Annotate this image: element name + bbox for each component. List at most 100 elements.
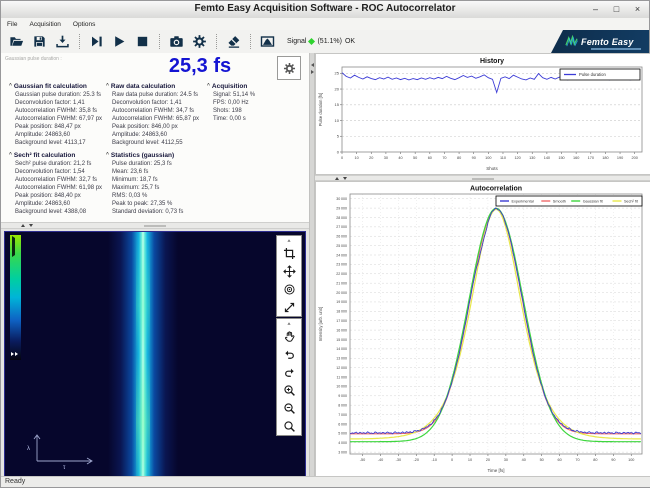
stat-line: Peak position: 848,40 px [9,192,106,200]
collapse-up-icon[interactable] [21,224,25,227]
collapse-caret-icon[interactable]: ^ [106,83,109,89]
chart-title: Autocorrelation [470,186,522,193]
svg-text:29 000: 29 000 [336,206,347,210]
svg-text:27 000: 27 000 [336,225,347,229]
resize-button[interactable] [277,298,301,316]
svg-text:40: 40 [522,458,526,462]
stat-line: Mean: 23,6 fs [106,168,207,176]
collapse-down-icon[interactable] [343,177,347,180]
svg-text:-10: -10 [431,458,437,462]
svg-text:170: 170 [588,156,594,160]
svg-text:10: 10 [355,156,359,160]
stat-line: FPS: 0,00 Hz [207,99,303,107]
move-button[interactable] [277,262,301,280]
camera-button[interactable] [165,33,188,50]
export-button[interactable] [51,33,74,50]
collapse-caret-icon[interactable]: ^ [106,152,109,158]
pan-hand-button[interactable] [277,327,301,345]
collapse-caret-icon[interactable]: ^ [9,152,12,158]
section-title: ^Gaussian fit calculation [9,83,106,90]
settings-button[interactable] [188,33,211,50]
minimize-button[interactable]: – [590,3,601,15]
collapse-caret-icon[interactable]: ^ [9,83,12,89]
horizontal-splitter-left[interactable] [1,222,309,229]
stat-line: Minimum: 18,7 fs [106,176,207,184]
signal-ok: OK [345,38,355,45]
stat-line: Autocorrelation FWHM: 67,97 px [9,115,106,123]
spectrum-view-button[interactable] [256,33,279,50]
stat-line: Autocorrelation FWHM: 32,7 fs [9,176,106,184]
svg-text:21 000: 21 000 [336,281,347,285]
svg-text:0: 0 [341,156,343,160]
stop-button[interactable] [131,33,154,50]
svg-text:130: 130 [529,156,535,160]
redo-icon [283,366,296,379]
femto-easy-logo: Femto Easy [551,30,649,53]
svg-text:-50: -50 [360,458,366,462]
results-settings-button[interactable] [277,56,301,80]
section-raw-data-calculation: ^Raw data calculation Raw data pulse dur… [106,83,207,147]
pulse-logo-icon [565,35,578,48]
collapse-left-icon[interactable] [311,63,314,67]
chart-legend: Pulse duration [560,69,640,80]
collapse-up-icon[interactable] [335,177,339,180]
collapse-down-icon[interactable] [29,224,33,227]
splitter-grip[interactable] [472,178,494,180]
status-text: Ready [5,478,25,485]
svg-text:20 000: 20 000 [336,291,347,295]
menu-options[interactable]: Options [73,21,95,28]
svg-text:30: 30 [384,156,388,160]
step-forward-button[interactable] [85,33,108,50]
svg-text:26 000: 26 000 [336,235,347,239]
tool-group-collapse[interactable] [277,319,301,327]
tool-group-collapse[interactable] [277,236,301,244]
undo-button[interactable] [277,345,301,363]
camera-image[interactable]: λ τ [4,231,306,477]
stat-line: Time: 0,00 s [207,115,303,123]
crop-button[interactable] [277,244,301,262]
calculation-sections: ^Gaussian fit calculation Gaussian pulse… [9,83,307,216]
stat-line: Standard deviation: 0,73 fs [106,208,207,216]
svg-text:40: 40 [398,156,402,160]
collapse-caret-icon[interactable]: ^ [207,83,210,89]
zoom-out-icon [283,402,296,415]
zoom-reset-button[interactable] [277,417,301,435]
x-axis-label: Time [fs] [487,468,504,473]
collapse-right-icon[interactable] [311,70,314,74]
maximize-button[interactable]: □ [611,3,622,15]
history-plot: History051015202501020304050607080901001… [316,54,650,174]
svg-text:190: 190 [617,156,623,160]
stat-line: Deconvolution factor: 1,54 [9,168,106,176]
svg-text:30 000: 30 000 [336,197,347,201]
zoom-out-button[interactable] [277,399,301,417]
close-button[interactable]: × [632,3,643,15]
y-axis-label: Pulse duration [fs] [318,93,323,127]
colorbar-min-marker-icon[interactable] [11,352,14,356]
section-title: ^Raw data calculation [106,83,207,90]
x-axis-label: Shots [486,166,498,171]
chevron-up-icon [287,322,290,324]
save-button[interactable] [28,33,51,50]
section-title: ^Statistics (gaussian) [106,152,207,159]
menu-file[interactable]: File [7,21,17,28]
camera-tool-group-navigation [276,318,302,436]
svg-text:150: 150 [558,156,564,160]
autocorrelation-chart[interactable]: Autocorrelation3 0004 0005 0006 0007 000… [315,181,650,478]
open-file-button[interactable] [5,33,28,50]
svg-text:90: 90 [611,458,615,462]
clear-button[interactable] [222,33,245,50]
stat-line: Background level: 4388,08 [9,208,106,216]
menu-acquisition[interactable]: Acquisition [29,21,60,28]
play-button[interactable] [108,33,131,50]
history-chart[interactable]: History051015202501020304050607080901001… [315,53,650,175]
redo-button[interactable] [277,363,301,381]
title-bar: Femto Easy Acquisition Software - ROC Au… [1,1,649,19]
svg-text:24 000: 24 000 [336,253,347,257]
zoom-in-button[interactable] [277,381,301,399]
svg-text:8 000: 8 000 [338,403,347,407]
open-file-icon [9,34,24,49]
section-statistics-gaussian-: ^Statistics (gaussian) Pulse duration: 2… [106,152,207,216]
colorbar-max-marker-icon[interactable] [12,236,15,257]
center-target-button[interactable] [277,280,301,298]
splitter-grip[interactable] [144,225,166,227]
